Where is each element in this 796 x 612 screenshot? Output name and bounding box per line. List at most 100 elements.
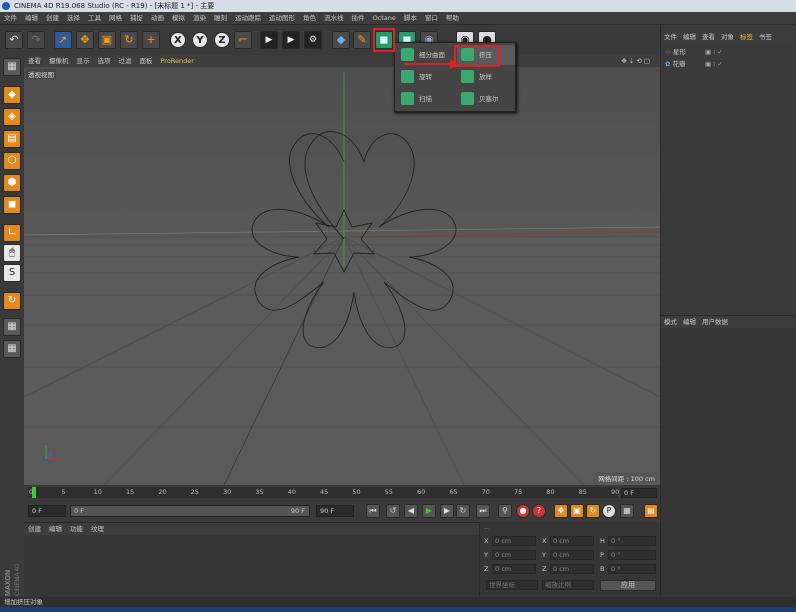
play-icon[interactable]: ▶ <box>422 504 436 518</box>
mat-tab-function[interactable]: 功能 <box>66 523 87 535</box>
vp-menu-panel[interactable]: 面板 <box>136 55 157 67</box>
edges-mode-icon[interactable]: ⬢ <box>3 174 21 192</box>
axis-mode-icon[interactable]: ∟ <box>3 224 21 242</box>
dropdown-item-sweep[interactable]: 扫描 <box>397 89 455 109</box>
end-frame-field[interactable]: 0 F <box>621 488 657 498</box>
menu-octane[interactable]: Octane <box>369 12 400 25</box>
menu-render[interactable]: 渲染 <box>189 12 210 25</box>
menu-plugins[interactable]: 插件 <box>348 12 369 25</box>
menu-sculpt[interactable]: 雕刻 <box>210 12 231 25</box>
size-y-field[interactable]: 0 cm <box>550 550 594 560</box>
previous-key-icon[interactable]: ↺ <box>386 504 400 518</box>
menu-window[interactable]: 窗口 <box>421 12 442 25</box>
dropdown-item-loft[interactable]: 放样 <box>457 67 515 87</box>
visibility-toggle-icon[interactable]: ▣ ⁝ ✓ <box>705 59 723 69</box>
attr-tab-mode[interactable]: 模式 <box>661 316 680 328</box>
attr-tab-userdata[interactable]: 用户数据 <box>699 316 731 328</box>
go-to-end-icon[interactable]: ⏭ <box>476 504 490 518</box>
start-frame-field[interactable]: 0 F <box>28 505 66 517</box>
menu-mesh[interactable]: 网格 <box>105 12 126 25</box>
object-row[interactable]: ✿ 花瓣 ▣ ⁝ ✓ <box>665 59 793 69</box>
dropdown-item-bezier[interactable]: 贝塞尔 <box>457 89 515 109</box>
workplane-icon[interactable]: ▤ <box>3 130 21 148</box>
vp-menu-options[interactable]: 选项 <box>94 55 115 67</box>
mat-tab-create[interactable]: 创建 <box>24 523 45 535</box>
size-z-field[interactable]: 0 cm <box>550 564 594 574</box>
texture-mode-icon[interactable]: ◈ <box>3 108 21 126</box>
viewport-nav-icons[interactable]: ✥ ⇣ ⟲ ▢ <box>617 55 654 67</box>
coordinate-system-icon[interactable]: ⌐ <box>234 31 252 49</box>
menu-create[interactable]: 创建 <box>42 12 63 25</box>
menu-edit[interactable]: 编辑 <box>21 12 42 25</box>
vp-menu-cameras[interactable]: 摄像机 <box>45 55 73 67</box>
rot-b-field[interactable]: 0 ° <box>608 564 656 574</box>
menu-animate[interactable]: 动画 <box>147 12 168 25</box>
coordinate-system-select[interactable]: 世界坐标 <box>486 580 538 590</box>
pos-y-field[interactable]: 0 cm <box>492 550 536 560</box>
menu-script[interactable]: 脚本 <box>400 12 421 25</box>
vp-menu-filter[interactable]: 过滤 <box>115 55 136 67</box>
render-settings-icon[interactable]: ⚙ <box>304 31 322 49</box>
menu-character[interactable]: 角色 <box>299 12 320 25</box>
visibility-toggle-icon[interactable]: ▣ ⁝ ✓ <box>705 47 723 57</box>
key-position-icon[interactable]: ✥ <box>554 504 568 518</box>
om-menu-bookmarks[interactable]: 书签 <box>756 31 775 43</box>
redo-icon[interactable]: ↷ <box>27 31 45 49</box>
rot-p-field[interactable]: 0 ° <box>608 550 656 560</box>
y-axis-button[interactable]: Y <box>192 32 208 48</box>
menu-file[interactable]: 文件 <box>0 12 21 25</box>
rot-h-field[interactable]: 0 ° <box>608 536 656 546</box>
cube-icon[interactable]: ◆ <box>332 31 350 49</box>
vp-menu-display[interactable]: 显示 <box>73 55 94 67</box>
select-arrow-icon[interactable]: ➚ <box>54 31 72 49</box>
go-to-start-icon[interactable]: ⏮ <box>366 504 380 518</box>
key-rotation-icon[interactable]: ↻ <box>586 504 600 518</box>
attr-tab-edit[interactable]: 编辑 <box>680 316 699 328</box>
record-active-icon[interactable]: ● <box>516 504 530 518</box>
end-frame-field[interactable]: 90 F <box>316 505 354 517</box>
om-menu-view[interactable]: 查看 <box>699 31 718 43</box>
keyframe-selection-icon[interactable]: ⚲ <box>498 504 512 518</box>
render-picture-viewer-icon[interactable]: ▶ <box>282 31 300 49</box>
mat-tab-edit[interactable]: 编辑 <box>45 523 66 535</box>
tweak-icon[interactable]: 🖱 <box>3 244 21 262</box>
perspective-viewport[interactable]: 透视视图 网格间距 : 100 cm <box>24 67 660 485</box>
workplane-lock-icon[interactable]: ▦ <box>3 340 21 358</box>
key-parameter-icon[interactable]: P <box>602 504 616 518</box>
vp-menu-prorender[interactable]: ProRender <box>157 55 198 67</box>
menu-simulate[interactable]: 模拟 <box>168 12 189 25</box>
size-x-field[interactable]: 0 cm <box>550 536 594 546</box>
next-frame-icon[interactable]: ▶ <box>440 504 454 518</box>
menu-help[interactable]: 帮助 <box>442 12 463 25</box>
pos-z-field[interactable]: 0 cm <box>492 564 536 574</box>
menu-motion-tracking[interactable]: 运动跟踪 <box>231 12 265 25</box>
menu-tools[interactable]: 工具 <box>84 12 105 25</box>
vp-menu-view[interactable]: 查看 <box>24 55 45 67</box>
frame-range-slider[interactable]: 0 F 90 F <box>70 505 310 517</box>
om-menu-object[interactable]: 对象 <box>718 31 737 43</box>
rotate-icon[interactable]: ↻ <box>120 31 138 49</box>
menu-mograph[interactable]: 运动图形 <box>265 12 299 25</box>
points-mode-icon[interactable]: ⬡ <box>3 152 21 170</box>
key-pla-icon[interactable]: ▦ <box>620 504 634 518</box>
pos-x-field[interactable]: 0 cm <box>492 536 536 546</box>
planar-workplane-icon[interactable]: ▦ <box>3 318 21 336</box>
render-view-icon[interactable]: ▶ <box>260 31 278 49</box>
scale-icon[interactable]: ▣ <box>98 31 116 49</box>
menu-pipeline[interactable]: 流水线 <box>320 12 348 25</box>
key-scale-icon[interactable]: ▣ <box>570 504 584 518</box>
next-key-icon[interactable]: ↻ <box>456 504 470 518</box>
autokey-icon[interactable]: ? <box>532 504 546 518</box>
menu-snap[interactable]: 捕捉 <box>126 12 147 25</box>
add-icon[interactable]: + <box>142 31 160 49</box>
pen-icon[interactable]: ✎ <box>353 31 371 49</box>
apply-button[interactable]: 应用 <box>600 580 656 591</box>
scale-mode-select[interactable]: 缩放比例 <box>542 580 594 590</box>
lock-workplane-icon[interactable]: ↻ <box>3 292 21 310</box>
make-editable-icon[interactable]: ▦ <box>3 58 21 76</box>
om-menu-edit[interactable]: 编辑 <box>680 31 699 43</box>
object-row[interactable]: ☆ 星形 ▣ ⁝ ✓ <box>665 47 793 57</box>
om-menu-file[interactable]: 文件 <box>661 31 680 43</box>
x-axis-button[interactable]: X <box>170 32 186 48</box>
timeline-ruler[interactable]: 0 5 10 15 20 25 30 35 40 45 50 55 60 65 70 75 80 85 90 0 F <box>24 485 660 500</box>
